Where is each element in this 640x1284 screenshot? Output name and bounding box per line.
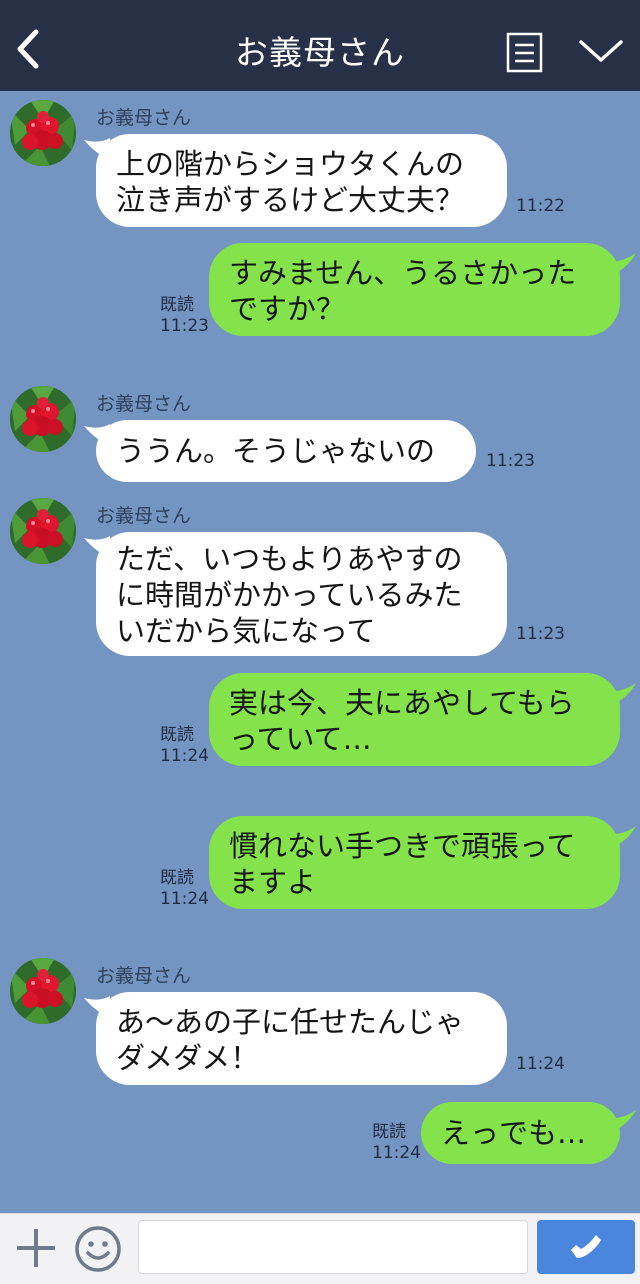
message-bubble[interactable]: ただ、いつもよりあやすの に時間がかかっているみた いだから気になって <box>96 532 507 656</box>
message-text: ただ、いつもよりあやすの に時間がかかっているみた いだから気になって <box>116 542 463 648</box>
read-label: 既読 <box>160 725 194 745</box>
message-bubble[interactable]: ううん。そうじゃないの <box>96 420 476 482</box>
message-text: えっでも… <box>441 1116 587 1150</box>
collapse-button[interactable] <box>576 34 626 68</box>
message-row: お義母さん 上の階からショウタくんの 泣き声がするけど大丈夫？ 11:22 <box>0 100 640 230</box>
sender-name: お義母さん <box>96 505 192 527</box>
chat-title: お義母さん <box>235 33 405 72</box>
sender-name: お義母さん <box>96 393 192 415</box>
message-row: 慣れない手つきで頑張って ますよ 既読 11:24 <box>0 816 640 911</box>
add-button[interactable] <box>14 1226 58 1270</box>
message-row: すみません、うるさかった ですか？ 既読 11:23 <box>0 243 640 338</box>
call-button[interactable] <box>537 1220 635 1274</box>
message-composer <box>0 1213 640 1284</box>
menu-button[interactable] <box>506 32 544 74</box>
sender-name: お義母さん <box>96 965 192 987</box>
message-row: お義母さん ただ、いつもよりあやすの に時間がかかっているみた いだから気になっ… <box>0 498 640 658</box>
avatar[interactable] <box>10 100 76 166</box>
read-label: 既読 <box>160 868 194 888</box>
message-time: 11:24 <box>160 889 209 909</box>
berry-avatar-icon <box>10 386 76 452</box>
message-row: 実は今、夫にあやしてもら っていて… 既読 11:24 <box>0 673 640 768</box>
message-time: 11:24 <box>160 746 209 766</box>
message-time: 11:22 <box>516 196 565 216</box>
menu-icon <box>506 32 543 73</box>
message-text: 実は今、夫にあやしてもら っていて… <box>229 686 575 756</box>
avatar[interactable] <box>10 498 76 564</box>
read-receipt: 既読 11:24 <box>160 868 209 910</box>
message-bubble[interactable]: すみません、うるさかった ですか？ <box>209 243 620 336</box>
message-text: 慣れない手つきで頑張って ますよ <box>229 829 576 899</box>
message-input[interactable] <box>138 1220 528 1274</box>
avatar[interactable] <box>10 386 76 452</box>
message-row: お義母さん ううん。そうじゃないの 11:23 <box>0 386 640 486</box>
message-text: すみません、うるさかった ですか？ <box>229 256 577 326</box>
smiley-icon <box>75 1226 121 1272</box>
sender-name: お義母さん <box>96 107 192 129</box>
read-label: 既読 <box>372 1122 406 1142</box>
message-text: ううん。そうじゃないの <box>116 434 436 468</box>
emoji-button[interactable] <box>73 1224 123 1274</box>
read-receipt: 既読 11:24 <box>372 1122 421 1164</box>
phone-icon <box>571 1235 601 1258</box>
message-bubble[interactable]: 実は今、夫にあやしてもら っていて… <box>209 673 620 766</box>
chevron-down-icon <box>579 40 623 62</box>
plus-icon <box>17 1229 55 1267</box>
message-bubble[interactable]: えっでも… <box>421 1102 620 1164</box>
message-time: 11:23 <box>516 624 565 644</box>
message-text: あ〜あの子に任せたんじゃ ダメダメ！ <box>116 1005 465 1075</box>
message-row: えっでも… 既読 11:24 <box>0 1102 640 1168</box>
read-receipt: 既読 11:23 <box>160 295 209 337</box>
berry-avatar-icon <box>10 498 76 564</box>
message-time: 11:23 <box>160 316 209 336</box>
message-time: 11:24 <box>372 1143 421 1163</box>
chat-header: お義母さん <box>0 0 640 91</box>
avatar[interactable] <box>10 958 76 1024</box>
message-time: 11:24 <box>516 1054 565 1074</box>
berry-avatar-icon <box>10 100 76 166</box>
read-receipt: 既読 11:24 <box>160 725 209 767</box>
message-bubble[interactable]: 上の階からショウタくんの 泣き声がするけど大丈夫？ <box>96 134 507 227</box>
message-text: 上の階からショウタくんの 泣き声がするけど大丈夫？ <box>116 147 465 217</box>
berry-avatar-icon <box>10 958 76 1024</box>
read-label: 既読 <box>160 295 194 315</box>
message-time: 11:23 <box>486 451 535 471</box>
message-row: お義母さん あ〜あの子に任せたんじゃ ダメダメ！ 11:24 <box>0 958 640 1088</box>
message-bubble[interactable]: あ〜あの子に任せたんじゃ ダメダメ！ <box>96 992 507 1085</box>
message-bubble[interactable]: 慣れない手つきで頑張って ますよ <box>209 816 620 909</box>
